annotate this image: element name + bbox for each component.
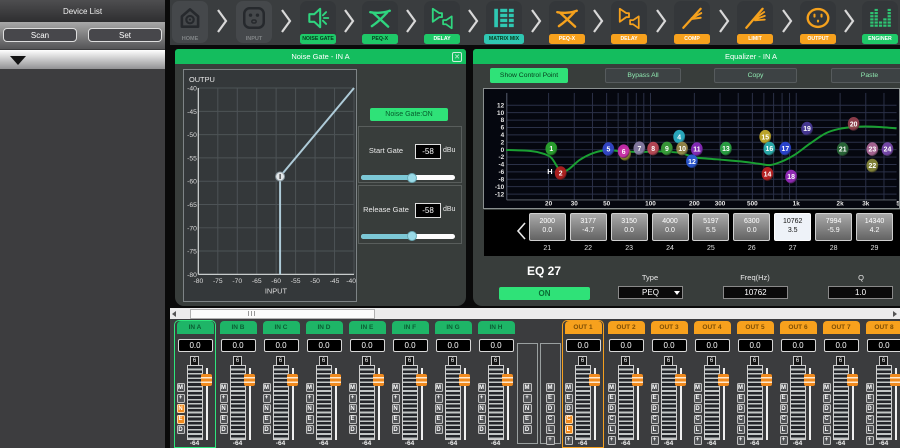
svg-text:H: H <box>547 167 552 176</box>
svg-text:-60: -60 <box>187 179 197 186</box>
svg-text:-55: -55 <box>291 278 301 285</box>
svg-text:-40: -40 <box>187 86 197 93</box>
svg-text:-70: -70 <box>187 225 197 232</box>
svg-text:5: 5 <box>896 201 900 208</box>
svg-text:OUTPU: OUTPU <box>189 75 215 84</box>
svg-text:24: 24 <box>884 147 892 154</box>
svg-text:6: 6 <box>622 149 626 156</box>
svg-text:3k: 3k <box>862 201 870 208</box>
svg-text:12: 12 <box>497 102 505 109</box>
svg-text:7: 7 <box>637 146 641 153</box>
svg-text:500: 500 <box>747 201 758 208</box>
svg-text:-75: -75 <box>187 249 197 256</box>
svg-text:2: 2 <box>559 171 563 178</box>
svg-text:-50: -50 <box>310 278 320 285</box>
svg-text:9: 9 <box>665 146 669 153</box>
svg-text:13: 13 <box>722 146 730 153</box>
svg-text:6: 6 <box>501 125 505 132</box>
svg-text:2k: 2k <box>837 201 845 208</box>
svg-text:16: 16 <box>766 146 774 153</box>
svg-text:2: 2 <box>501 139 505 146</box>
svg-text:-6: -6 <box>498 169 504 176</box>
svg-text:5: 5 <box>606 147 610 154</box>
svg-text:17: 17 <box>781 146 789 153</box>
svg-text:4: 4 <box>501 132 505 139</box>
svg-text:8: 8 <box>651 146 655 153</box>
svg-text:-45: -45 <box>187 109 197 116</box>
svg-text:-55: -55 <box>187 155 197 162</box>
svg-text:-40: -40 <box>346 278 356 285</box>
svg-text:22: 22 <box>869 163 877 170</box>
svg-text:-12: -12 <box>495 191 505 198</box>
svg-text:-4: -4 <box>498 162 504 169</box>
svg-text:-10: -10 <box>495 184 505 191</box>
svg-text:12: 12 <box>688 159 696 166</box>
svg-text:15: 15 <box>761 134 769 141</box>
svg-text:100: 100 <box>645 201 656 208</box>
svg-text:20: 20 <box>850 121 858 128</box>
svg-text:20: 20 <box>545 201 553 208</box>
svg-text:-2: -2 <box>498 154 504 161</box>
svg-text:30: 30 <box>571 201 579 208</box>
svg-text:-60: -60 <box>271 278 281 285</box>
svg-text:1: 1 <box>549 146 553 153</box>
svg-text:-65: -65 <box>252 278 262 285</box>
svg-text:10: 10 <box>678 146 686 153</box>
svg-text:11: 11 <box>693 147 700 154</box>
svg-text:-70: -70 <box>232 278 242 285</box>
svg-text:-80: -80 <box>193 278 203 285</box>
svg-text:-8: -8 <box>498 176 504 183</box>
svg-text:1k: 1k <box>793 201 801 208</box>
svg-text:200: 200 <box>689 201 700 208</box>
svg-text:50: 50 <box>603 201 611 208</box>
svg-text:8: 8 <box>501 117 505 124</box>
svg-text:21: 21 <box>839 147 847 154</box>
svg-text:19: 19 <box>803 126 811 133</box>
svg-text:10: 10 <box>497 110 505 117</box>
svg-text:14: 14 <box>764 171 772 178</box>
svg-text:INPUT: INPUT <box>265 287 288 296</box>
svg-text:-65: -65 <box>187 202 197 209</box>
svg-text:4: 4 <box>677 134 681 141</box>
svg-text:23: 23 <box>869 147 877 154</box>
svg-text:-75: -75 <box>213 278 223 285</box>
svg-text:18: 18 <box>787 174 795 181</box>
svg-text:300: 300 <box>715 201 726 208</box>
svg-text:-45: -45 <box>330 278 340 285</box>
svg-text:0: 0 <box>501 147 505 154</box>
svg-text:-50: -50 <box>187 132 197 139</box>
